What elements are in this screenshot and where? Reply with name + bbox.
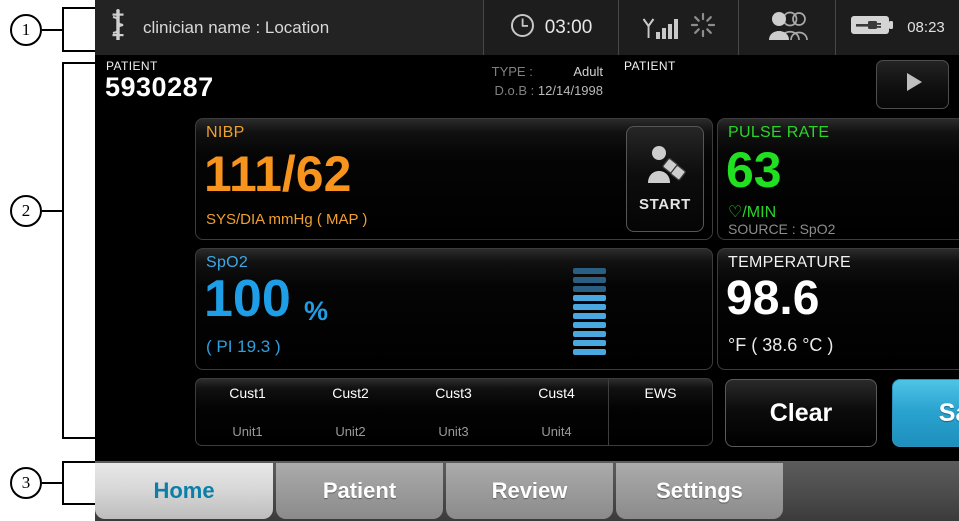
connectivity-cell[interactable] — [619, 0, 739, 55]
custom-name-4: Cust4 — [538, 385, 575, 401]
ews-label: EWS — [644, 385, 677, 401]
clinician-cell[interactable]: clinician name : Location — [95, 0, 484, 55]
spo2-percent-symbol: % — [304, 296, 329, 326]
callout-leader-3 — [42, 482, 64, 484]
patient-id-value: 5930287 — [105, 72, 214, 102]
patient-right-label: PATIENT — [624, 59, 676, 73]
custom-cell-1[interactable]: Cust1 Unit1 — [196, 379, 299, 445]
callout-bracket-2 — [62, 62, 95, 439]
spo2-pleth-bargraph — [573, 268, 606, 355]
temperature-panel[interactable]: TEMPERATURE 98.6 °F ( 38.6 °C ) — [717, 248, 959, 370]
patient-label: PATIENT — [106, 59, 158, 73]
status-bar: clinician name : Location 03:00 08:23 — [95, 0, 959, 55]
start-label: START — [639, 196, 691, 213]
nibp-panel[interactable]: NIBP 111/62 SYS/DIA mmHg ( MAP ) START — [195, 118, 713, 240]
pulse-title: PULSE RATE — [728, 124, 830, 141]
spo2-value: 100 — [204, 270, 291, 328]
device-screen: clinician name : Location 03:00 08:23 PA… — [95, 0, 959, 521]
bottom-tab-bar: Home Patient Review Settings — [95, 461, 959, 521]
spo2-panel[interactable]: SpO2 100 % ( PI 19.3 ) — [195, 248, 713, 370]
clinician-name-label: clinician name : Location — [143, 17, 330, 37]
clock-icon — [510, 13, 535, 43]
custom-unit-3: Unit3 — [438, 424, 469, 439]
patient-type-line: TYPE : Adult — [492, 63, 603, 82]
clock-time-value: 08:23 — [907, 19, 945, 36]
pulse-source: SOURCE : SpO2 — [728, 221, 836, 237]
temperature-value: 98.6 — [726, 272, 820, 325]
tab-settings[interactable]: Settings — [616, 463, 783, 519]
battery-charging-icon — [850, 13, 896, 42]
nibp-title: NIBP — [206, 124, 245, 141]
custom-cell-4[interactable]: Cust4 Unit4 — [505, 379, 608, 445]
callout-marker-1: 1 — [10, 14, 42, 46]
pulse-value: 63 — [726, 142, 782, 198]
nibp-value: 111/62 — [204, 146, 352, 202]
bp-cuff-person-icon — [643, 145, 687, 192]
custom-parameters-row: Cust1 Unit1 Cust2 Unit2 Cust3 Unit3 Cust… — [195, 378, 713, 446]
patient-group-icon — [759, 9, 815, 46]
clear-button[interactable]: Clear — [725, 379, 877, 447]
battery-cell[interactable]: 08:23 — [836, 0, 959, 55]
loading-spinner-icon — [690, 12, 716, 43]
custom-unit-2: Unit2 — [335, 424, 366, 439]
custom-name-2: Cust2 — [332, 385, 369, 401]
pulse-unit: ♡/MIN — [728, 204, 777, 221]
custom-cell-3[interactable]: Cust3 Unit3 — [402, 379, 505, 445]
play-icon — [900, 69, 926, 100]
patient-header-row: PATIENT 5930287 TYPE : Adult D.o.B : 12/… — [95, 55, 959, 112]
custom-name-1: Cust1 — [229, 385, 266, 401]
callout-bracket-3 — [62, 461, 95, 505]
patient-list-cell[interactable] — [739, 0, 836, 55]
patient-right-block: PATIENT — [619, 56, 955, 111]
temperature-title: TEMPERATURE — [728, 254, 852, 271]
save-button[interactable]: Save — [892, 379, 959, 447]
spo2-perfusion-index: ( PI 19.3 ) — [206, 337, 281, 356]
callout-bracket-1 — [62, 7, 95, 52]
timer-value: 03:00 — [544, 16, 593, 38]
patient-type-label: TYPE : — [491, 64, 533, 79]
callout-leader-2 — [42, 210, 64, 212]
custom-unit-4: Unit4 — [541, 424, 572, 439]
timer-cell[interactable]: 03:00 — [484, 0, 619, 55]
patient-dob-line: D.o.B : 12/14/1998 — [492, 82, 603, 101]
callout-annotations: 1 2 3 — [0, 0, 95, 521]
custom-unit-1: Unit1 — [232, 424, 263, 439]
ews-cell[interactable]: EWS — [608, 379, 712, 445]
nibp-subtitle: SYS/DIA mmHg ( MAP ) — [206, 211, 368, 228]
patient-dob-label: D.o.B : — [494, 82, 535, 98]
callout-marker-2: 2 — [10, 195, 42, 227]
patient-dob-value: 12/14/1998 — [537, 82, 603, 98]
custom-name-3: Cust3 — [435, 385, 472, 401]
patient-id-block[interactable]: PATIENT 5930287 TYPE : Adult D.o.B : 12/… — [99, 56, 617, 111]
patient-meta: TYPE : Adult D.o.B : 12/14/1998 — [492, 63, 603, 101]
patient-type-value: Adult — [573, 64, 603, 79]
tab-home[interactable]: Home — [95, 463, 273, 519]
wifi-signal-icon — [642, 17, 678, 39]
tab-review[interactable]: Review — [446, 463, 613, 519]
custom-cell-2[interactable]: Cust2 Unit2 — [299, 379, 402, 445]
caduceus-icon — [107, 9, 129, 46]
pulse-rate-panel[interactable]: PULSE RATE 63 ♡/MIN SOURCE : SpO2 — [717, 118, 959, 240]
callout-marker-3: 3 — [10, 467, 42, 499]
tab-patient[interactable]: Patient — [276, 463, 443, 519]
play-button[interactable] — [876, 60, 949, 109]
callout-leader-1 — [42, 29, 64, 31]
nibp-start-button[interactable]: START — [626, 126, 704, 232]
temperature-units: °F ( 38.6 °C ) — [728, 335, 834, 355]
